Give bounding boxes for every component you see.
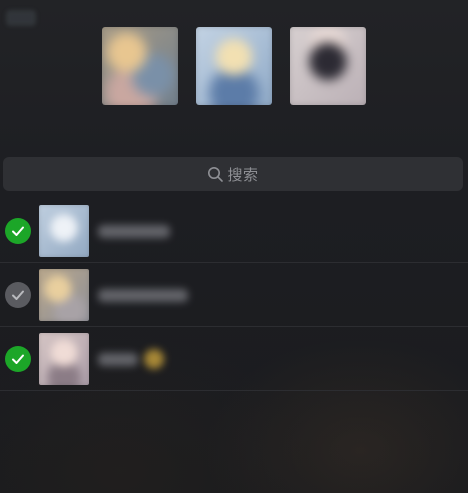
avatar xyxy=(39,333,89,385)
list-item[interactable] xyxy=(0,199,468,263)
search-bar[interactable]: 搜索 xyxy=(3,157,463,191)
checked-disabled-icon[interactable] xyxy=(5,282,31,308)
selected-avatar[interactable] xyxy=(196,27,272,105)
selected-avatar[interactable] xyxy=(290,27,366,105)
list-item[interactable] xyxy=(0,327,468,391)
search-placeholder: 搜索 xyxy=(227,165,259,184)
list-item[interactable] xyxy=(0,263,468,327)
contact-list xyxy=(0,199,468,391)
selected-avatar[interactable] xyxy=(102,27,178,105)
checked-icon[interactable] xyxy=(5,218,31,244)
emoji-icon xyxy=(144,349,164,369)
avatar xyxy=(39,269,89,321)
contact-name-redacted xyxy=(98,353,138,366)
checked-icon[interactable] xyxy=(5,346,31,372)
search-icon xyxy=(207,166,224,183)
status-indicator xyxy=(6,10,36,26)
contact-name-redacted xyxy=(98,225,170,238)
contact-name-redacted xyxy=(98,289,188,302)
selected-contacts-bar xyxy=(102,27,368,105)
avatar xyxy=(39,205,89,257)
